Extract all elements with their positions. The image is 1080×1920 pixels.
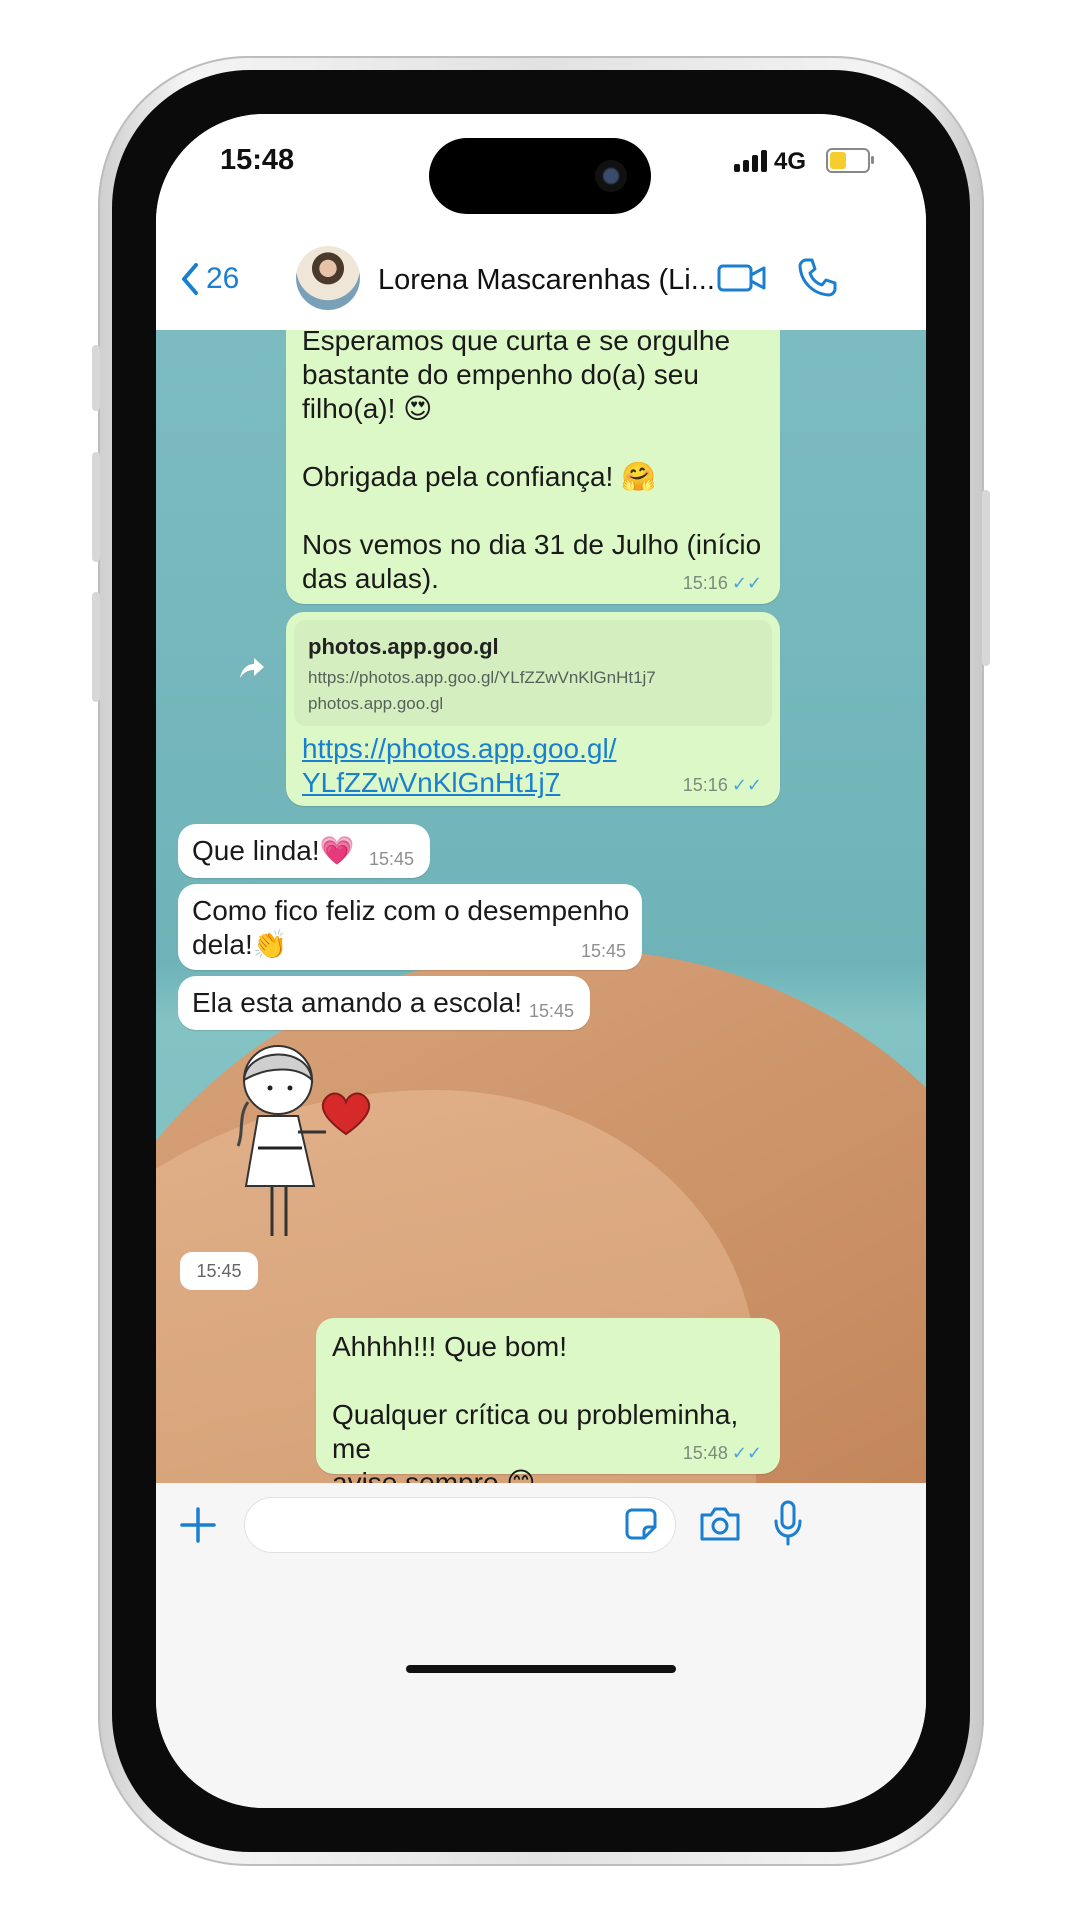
- link-preview-url: https://photos.app.goo.gl/YLfZZwVnKlGnHt…: [308, 668, 656, 687]
- message-text: Esperamos que curta e se orgulhe bastant…: [302, 330, 762, 594]
- video-camera-icon[interactable]: [716, 262, 768, 294]
- message-text: Como fico feliz com o desempenho dela!👏: [192, 895, 630, 960]
- message-input-bar: [156, 1483, 926, 1808]
- message-time: 15:16: [682, 573, 728, 593]
- sticker-icon[interactable]: [624, 1507, 658, 1541]
- plus-icon[interactable]: [178, 1505, 218, 1545]
- signal-icon: [734, 148, 770, 172]
- phone-screen: 15:48 4G 26 Lorena Mascarenhas (Li... Es…: [156, 114, 926, 1808]
- chat-header: 26 Lorena Mascarenhas (Li...: [156, 224, 926, 330]
- outgoing-message[interactable]: Ahhhh!!! Que bom! Qualquer crítica ou pr…: [316, 1318, 780, 1483]
- camera-icon[interactable]: [698, 1505, 742, 1543]
- incoming-message[interactable]: Como fico feliz com o desempenho dela!👏 …: [178, 884, 642, 970]
- forward-icon[interactable]: [236, 652, 266, 682]
- double-check-icon: ✓✓: [731, 573, 762, 593]
- avatar[interactable]: [296, 246, 360, 310]
- home-indicator: [406, 1665, 676, 1673]
- double-check-icon: ✓✓: [731, 1443, 762, 1463]
- message-text: Que linda!💗: [192, 835, 355, 866]
- message-meta: 15:16 ✓✓: [683, 775, 762, 796]
- message-text: Ela esta amando a escola!: [192, 987, 522, 1018]
- back-button[interactable]: 26: [180, 262, 239, 296]
- message-time: 15:48: [682, 1443, 728, 1463]
- message-time: 15:45: [528, 1001, 574, 1021]
- network-type: 4G: [774, 148, 807, 175]
- message-time: 15:45: [368, 849, 414, 869]
- girl-with-heart-sticker[interactable]: [218, 1036, 378, 1246]
- unread-count: 26: [206, 262, 240, 295]
- battery-icon: [826, 148, 874, 173]
- phone-bezel: 15:48 4G 26 Lorena Mascarenhas (Li... Es…: [112, 70, 970, 1852]
- status-bar: 15:48 4G: [156, 114, 926, 224]
- phone-icon[interactable]: [796, 256, 838, 298]
- phone-frame: 15:48 4G 26 Lorena Mascarenhas (Li... Es…: [98, 56, 984, 1866]
- message-link[interactable]: https://photos.app.goo.gl/ YLfZZwVnKlGnH…: [302, 732, 616, 800]
- outgoing-link-message[interactable]: photos.app.goo.gl https://photos.app.goo…: [286, 612, 780, 806]
- status-time: 15:48: [220, 144, 295, 176]
- volume-up-button: [92, 452, 100, 562]
- dynamic-island: [429, 138, 651, 214]
- volume-down-button: [92, 592, 100, 702]
- chat-area[interactable]: Esperamos que curta e se orgulhe bastant…: [156, 330, 926, 1483]
- link-preview-title: photos.app.goo.gl: [308, 634, 499, 659]
- message-meta: 15:48 ✓✓: [683, 1443, 762, 1464]
- message-meta: 15:16 ✓✓: [683, 573, 762, 594]
- front-camera-icon: [595, 160, 627, 192]
- microphone-icon[interactable]: [772, 1499, 804, 1547]
- power-button: [982, 490, 990, 666]
- incoming-message[interactable]: Ela esta amando a escola! 15:45: [178, 976, 590, 1030]
- action-button: [92, 345, 100, 411]
- contact-name[interactable]: Lorena Mascarenhas (Li...: [378, 264, 715, 297]
- message-time: 15:45: [580, 941, 626, 961]
- link-preview[interactable]: photos.app.goo.gl https://photos.app.goo…: [294, 620, 772, 726]
- outgoing-message[interactable]: Esperamos que curta e se orgulhe bastant…: [286, 330, 780, 604]
- chevron-left-icon: [182, 263, 198, 295]
- link-preview-domain: photos.app.goo.gl: [308, 694, 444, 713]
- message-time: 15:45: [180, 1252, 258, 1290]
- double-check-icon: ✓✓: [731, 775, 762, 795]
- message-time: 15:16: [682, 775, 728, 795]
- message-input[interactable]: [244, 1497, 676, 1553]
- incoming-message[interactable]: Que linda!💗 15:45: [178, 824, 430, 878]
